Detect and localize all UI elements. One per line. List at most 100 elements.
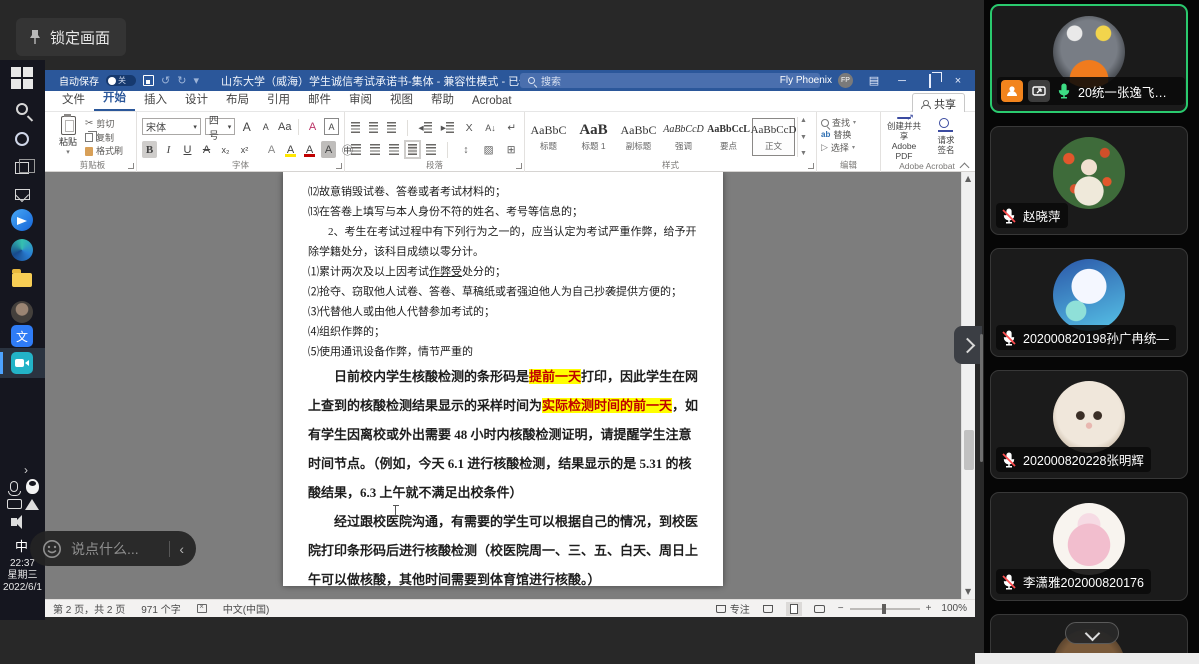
style-副标题[interactable]: AaBbC 副标题	[617, 118, 660, 156]
show-hide-marks-icon[interactable]: ↵	[506, 119, 518, 136]
find-button[interactable]: 查找	[821, 117, 876, 129]
web-layout-button[interactable]	[812, 602, 828, 616]
styles-scroll-arrows[interactable]: ▲ ▼ ▼	[797, 117, 807, 157]
edge-browser-icon[interactable]	[10, 238, 34, 262]
style-标题[interactable]: AaBbC 标题	[527, 118, 570, 156]
tray-volume-icon[interactable]	[6, 514, 22, 530]
sort-icon[interactable]: A↓	[484, 119, 496, 136]
file-explorer-icon[interactable]	[10, 268, 34, 292]
close-icon[interactable]: ×	[951, 75, 965, 87]
character-border-button[interactable]: A	[324, 118, 339, 135]
format-painter-button[interactable]: 格式刷	[85, 145, 123, 157]
create-share-pdf-button[interactable]: 创建并共享Adobe PDF	[883, 113, 925, 161]
docs-app-icon[interactable]: 文	[10, 324, 34, 348]
ribbon-tab-视图[interactable]: 视图	[381, 88, 422, 111]
focus-mode-button[interactable]: 专注	[715, 601, 750, 616]
align-left-icon[interactable]	[351, 144, 361, 155]
change-case-button[interactable]: Aa	[277, 118, 292, 135]
bold-button[interactable]: B	[142, 141, 157, 158]
redo-icon[interactable]	[177, 74, 186, 87]
style-要点[interactable]: AaBbCcL 要点	[707, 118, 750, 156]
style-正文[interactable]: AaBbCcD 正文	[751, 118, 796, 156]
zoom-slider-thumb[interactable]	[881, 603, 886, 614]
read-mode-button[interactable]	[760, 602, 776, 616]
subscript-button[interactable]: x₂	[218, 141, 233, 158]
tray-qq-icon[interactable]	[24, 478, 40, 494]
ribbon-tab-文件[interactable]: 文件	[53, 88, 94, 111]
ribbon-tab-Acrobat[interactable]: Acrobat	[463, 92, 521, 111]
select-button[interactable]: 选择	[821, 141, 876, 154]
restore-icon[interactable]	[923, 73, 937, 88]
word-vertical-scrollbar[interactable]: ▲ ▼	[961, 172, 975, 599]
clipboard-dialog-launcher[interactable]	[128, 163, 134, 169]
font-color-button[interactable]: A	[302, 141, 317, 158]
asian-layout-icon[interactable]: X	[463, 119, 475, 136]
scroll-up-arrow[interactable]: ▲	[965, 175, 973, 183]
user-profile-icon[interactable]	[10, 300, 34, 324]
ribbon-tab-设计[interactable]: 设计	[176, 88, 217, 111]
mail-icon[interactable]	[10, 182, 34, 206]
ribbon-display-options-icon[interactable]	[867, 74, 881, 87]
participant-tile[interactable]: 赵晓萍	[990, 126, 1188, 235]
page-indicator[interactable]: 第 2 页，共 2 页	[53, 601, 125, 616]
numbering-icon[interactable]	[368, 122, 378, 133]
shrink-font-button[interactable]: A	[258, 118, 273, 135]
autosave-toggle[interactable]: 关	[106, 75, 136, 86]
ribbon-tab-布局[interactable]: 布局	[217, 88, 258, 111]
cortana-icon[interactable]	[10, 127, 34, 151]
font-size-select[interactable]: 四号	[204, 116, 236, 142]
cut-button[interactable]: 剪切	[85, 117, 123, 130]
word-count[interactable]: 971 个字	[141, 601, 180, 616]
grow-font-button[interactable]: A	[239, 118, 254, 135]
save-icon[interactable]	[143, 75, 154, 86]
tray-keyboard-icon[interactable]	[6, 496, 22, 512]
scroll-down-arrow[interactable]: ▼	[965, 588, 973, 596]
ime-indicator[interactable]: 中	[15, 536, 28, 555]
participant-tile[interactable]: 202000820228张明辉	[990, 370, 1188, 479]
scrollbar-thumb[interactable]	[964, 430, 974, 470]
tray-expand-arrow[interactable]: ›	[24, 463, 28, 477]
sidebar-collapse-handle[interactable]	[954, 326, 982, 364]
participant-tile[interactable]: 20统一张逸飞的…	[990, 4, 1188, 113]
scroll-participants-down-button[interactable]	[1064, 622, 1119, 644]
text-effects-button[interactable]: A	[264, 141, 279, 158]
increase-indent-icon[interactable]: ▸	[441, 119, 454, 136]
copy-button[interactable]: 复制	[85, 131, 123, 144]
lock-screen-button[interactable]: 锁定画面	[16, 18, 126, 56]
multilevel-list-icon[interactable]	[386, 122, 396, 133]
messenger-app-icon[interactable]	[10, 208, 34, 232]
borders-icon[interactable]: ⊞	[504, 141, 518, 158]
ribbon-tab-审阅[interactable]: 审阅	[340, 88, 381, 111]
participants-scrollbar-thumb[interactable]	[980, 334, 983, 462]
clear-formatting-button[interactable]: A	[305, 118, 320, 135]
align-center-icon[interactable]	[369, 144, 380, 155]
start-button-icon[interactable]	[10, 66, 34, 90]
replace-button[interactable]: ab 替换	[821, 129, 876, 141]
chat-input-bar[interactable]: 说点什么... ‹	[30, 531, 196, 566]
request-signatures-button[interactable]: 请求 签名	[925, 115, 967, 159]
line-spacing-icon[interactable]: ↕	[459, 141, 473, 158]
ribbon-tab-插入[interactable]: 插入	[135, 88, 176, 111]
collapse-ribbon-icon[interactable]	[959, 160, 969, 170]
paste-button[interactable]: 粘贴	[51, 114, 85, 159]
font-family-select[interactable]: 宋体	[142, 118, 201, 135]
minimize-icon[interactable]: ─	[895, 75, 909, 87]
superscript-button[interactable]: x²	[237, 141, 252, 158]
font-dialog-launcher[interactable]	[336, 163, 342, 169]
emoji-icon[interactable]	[42, 539, 62, 559]
undo-icon[interactable]	[161, 74, 170, 87]
language-indicator[interactable]: 中文(中国)	[223, 601, 270, 616]
align-right-icon[interactable]	[388, 144, 399, 155]
shading-icon[interactable]: ▨	[482, 141, 496, 158]
account-info[interactable]: Fly Phoenix FP	[780, 73, 853, 88]
search-box[interactable]: 搜索	[520, 73, 820, 88]
ribbon-tab-邮件[interactable]: 邮件	[299, 88, 340, 111]
ribbon-tab-引用[interactable]: 引用	[258, 88, 299, 111]
proofing-icon[interactable]	[196, 602, 207, 613]
style-强调[interactable]: AaBbCcD 强调	[662, 118, 705, 156]
zoom-slider[interactable]: − +	[838, 603, 932, 614]
ribbon-tab-开始[interactable]: 开始	[94, 86, 135, 111]
tray-network-icon[interactable]	[24, 496, 40, 512]
styles-dialog-launcher[interactable]	[808, 163, 814, 169]
participant-tile[interactable]: 李潇雅202000820176	[990, 492, 1188, 601]
